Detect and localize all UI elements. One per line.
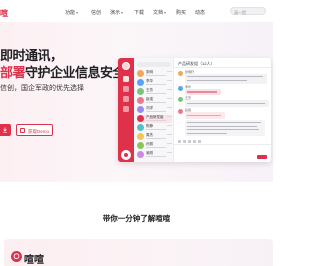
hero-headline-accent: 部署 [0, 65, 26, 80]
brand-logo[interactable]: 喧 [0, 8, 8, 19]
chevron-down-icon: ▾ [76, 10, 79, 15]
emoji-icon [178, 140, 181, 143]
hero-subtitle: 信创，国企军政的优先选择 [0, 85, 84, 92]
screenshot-icon [193, 140, 196, 143]
product-logo-icon [11, 251, 22, 262]
chevron-down-icon: ▾ [121, 10, 124, 15]
list-item: 周杰 [137, 133, 172, 141]
search-input[interactable]: 请一提 [230, 7, 266, 15]
conversation-list: 张明 李华 王芳 赵强 刘洋 产品研发组 陈静 周杰 孙丽 吴刚 [134, 58, 174, 162]
avatar [137, 70, 144, 77]
list-item: 李华 [137, 79, 172, 87]
history-icon [198, 140, 201, 143]
files-icon [123, 106, 129, 112]
search-placeholder: 请一提 [234, 9, 246, 15]
contacts-icon [123, 86, 129, 92]
nav-item-demo[interactable]: 演示▾ [110, 9, 123, 16]
nav-label: 演示 [110, 10, 121, 16]
download-icon [3, 127, 7, 133]
hero-headline-rest: 守护企业信息安全 [25, 65, 126, 80]
download-button[interactable] [0, 124, 11, 136]
image-icon [183, 140, 186, 143]
nav-item-xinchuang[interactable]: 信创 [91, 9, 101, 16]
file-icon [188, 140, 191, 143]
section-title: 带你一分钟了解喧喧 [102, 214, 171, 223]
list-item: 赵强 [137, 97, 172, 105]
get-demo-button[interactable]: 获取Demo [16, 124, 53, 136]
avatar [137, 97, 144, 104]
nav-item-buy[interactable]: 购买 [176, 9, 186, 16]
chat-toolbar [178, 140, 267, 143]
list-item: 陈静 [137, 124, 172, 132]
nav-item-download[interactable]: 下载 [134, 9, 144, 16]
app-screenshot-mockup: 张明 李华 王芳 赵强 刘洋 产品研发组 陈静 周杰 孙丽 吴刚 产品研发组（1… [118, 58, 271, 162]
avatar [137, 142, 144, 149]
chevron-down-icon: ▾ [164, 10, 167, 15]
nav-label: 文档 [153, 10, 164, 16]
avatar [178, 97, 183, 102]
nav-item-news[interactable]: 动态 [195, 9, 205, 16]
avatar [178, 71, 183, 76]
avatar [122, 62, 130, 70]
avatar [137, 151, 144, 158]
nav-item-features[interactable]: 功能▾ [65, 9, 78, 16]
product-intro-card [4, 239, 273, 266]
list-item: 孙丽 [137, 142, 172, 150]
chat-icon [123, 76, 129, 82]
list-item-active: 产品研发组 [137, 115, 172, 123]
chat-panel: 产品研发组（12人） 张明轩 李华 王芳 赵强 [174, 58, 271, 162]
avatar [137, 115, 144, 122]
list-item: 刘洋 [137, 106, 172, 114]
monitor-icon [20, 128, 25, 133]
avatar [137, 124, 144, 131]
app-sidebar-rail [118, 58, 134, 162]
avatar [137, 88, 144, 95]
list-item: 王芳 [137, 88, 172, 96]
avatar [137, 133, 144, 140]
avatar [178, 109, 183, 114]
send-button [257, 155, 267, 159]
nav-label: 功能 [65, 10, 76, 16]
message-input [174, 144, 271, 162]
nav-item-docs[interactable]: 文档▾ [153, 9, 166, 16]
product-name: 喧喧 [24, 255, 44, 266]
avatar [137, 106, 144, 113]
apps-icon [123, 96, 129, 102]
hero-headline-line2: 部署守护企业信息安全 [0, 62, 126, 81]
list-item: 张明 [137, 70, 172, 78]
chat-bubble-icon [13, 253, 20, 260]
avatar [137, 79, 144, 86]
list-item: 吴刚 [137, 151, 172, 159]
top-nav: 喧 功能▾ 信创 演示▾ 下载 文档▾ 购买 动态 请一提 [0, 0, 273, 22]
get-demo-label: 获取Demo [28, 128, 50, 134]
list-search-input [137, 62, 171, 67]
avatar [178, 86, 183, 91]
settings-icon [121, 150, 131, 160]
